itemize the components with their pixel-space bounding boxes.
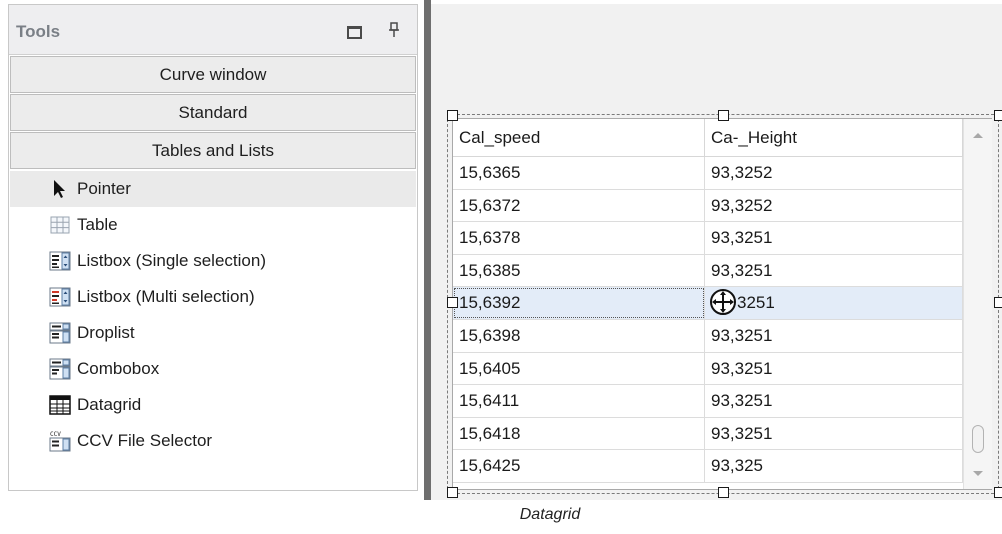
table-row[interactable]: 15,6385 93,3251 xyxy=(453,254,963,288)
category-tables-and-lists-button[interactable]: Tables and Lists xyxy=(10,132,416,169)
datagrid-icon xyxy=(49,394,71,416)
table-row[interactable]: 15,6425 93,325 xyxy=(453,450,963,483)
cell-ca-height[interactable]: 93,3252 xyxy=(705,189,963,222)
move-cursor-icon xyxy=(709,288,737,316)
listbox-multi-icon xyxy=(49,286,71,308)
datagrid-body: 15,6365 93,3252 15,6372 93,3252 15,6378 … xyxy=(453,157,963,483)
table-row[interactable]: 15,6405 93,3251 xyxy=(453,352,963,386)
tool-item-listbox-single[interactable]: Listbox (Single selection) xyxy=(10,243,416,279)
table-row[interactable]: 15,6378 93,3251 xyxy=(453,222,963,255)
cell-cal-speed[interactable]: 15,6398 xyxy=(453,319,705,352)
cell-ca-height[interactable]: 93,3251 xyxy=(705,319,963,352)
resize-handle-bottom-right[interactable] xyxy=(994,487,1002,498)
cell-ca-height[interactable]: 93,3251 xyxy=(705,352,963,385)
cell-cal-speed[interactable]: 15,6365 xyxy=(453,157,705,189)
category-standard-button[interactable]: Standard xyxy=(10,94,416,131)
cell-cal-speed[interactable]: 15,6425 xyxy=(453,450,705,482)
tool-list: Pointer Table Listbox (Single selection)… xyxy=(10,171,416,459)
tools-panel: Tools Curve window Standard Tables and L… xyxy=(8,4,418,491)
combobox-icon xyxy=(49,358,71,380)
scroll-up-arrow-icon[interactable] xyxy=(973,133,983,138)
tool-label: Droplist xyxy=(77,323,135,342)
datagrid-header: Cal_speed Ca-_Height xyxy=(453,119,963,157)
tool-label: Listbox (Single selection) xyxy=(77,251,266,270)
table-row[interactable]: 15,6411 93,3251 xyxy=(453,385,963,418)
tool-label: Table xyxy=(77,215,118,234)
tool-item-droplist[interactable]: Droplist xyxy=(10,315,416,351)
resize-handle-top-right[interactable] xyxy=(994,110,1002,121)
cell-cal-speed[interactable]: 15,6418 xyxy=(453,417,705,450)
tool-label: Combobox xyxy=(77,359,160,378)
cell-ca-height[interactable]: 93,3251 xyxy=(705,222,963,254)
cell-ca-height[interactable]: 3251 xyxy=(705,287,963,319)
tool-item-datagrid[interactable]: Datagrid xyxy=(10,387,416,423)
resize-handle-top[interactable] xyxy=(718,110,729,121)
scroll-down-arrow-icon[interactable] xyxy=(973,471,983,476)
column-header-cal-speed[interactable]: Cal_speed xyxy=(453,119,705,157)
table-row[interactable]: 15,6418 93,3251 xyxy=(453,417,963,451)
tool-label: CCV File Selector xyxy=(77,431,213,450)
restore-window-icon[interactable] xyxy=(344,21,362,39)
pin-icon[interactable] xyxy=(385,21,403,39)
resize-handle-bottom-left[interactable] xyxy=(447,487,458,498)
cell-ca-height[interactable]: 93,3251 xyxy=(705,254,963,287)
tool-item-combobox[interactable]: Combobox xyxy=(10,351,416,387)
cell-ca-height[interactable]: 93,325 xyxy=(705,450,963,482)
cell-cal-speed[interactable]: 15,6372 xyxy=(453,189,705,222)
cell-cal-speed[interactable]: 15,6378 xyxy=(453,222,705,254)
tool-item-ccv-file-selector[interactable]: CCV CCV File Selector xyxy=(10,423,416,459)
resize-handle-top-left[interactable] xyxy=(447,110,458,121)
table-icon xyxy=(49,214,71,236)
category-curve-window-button[interactable]: Curve window xyxy=(10,56,416,93)
tool-item-listbox-multi[interactable]: Listbox (Multi selection) xyxy=(10,279,416,315)
resize-handle-left[interactable] xyxy=(447,297,458,308)
tools-panel-title: Tools xyxy=(16,22,61,41)
pointer-arrow-icon xyxy=(49,178,71,200)
tool-item-pointer[interactable]: Pointer xyxy=(10,171,416,207)
column-header-ca-height[interactable]: Ca-_Height xyxy=(705,119,963,157)
table-row-current[interactable]: 15,6392 3251 xyxy=(453,287,963,320)
cell-cal-speed[interactable]: 15,6385 xyxy=(453,254,705,287)
cell-ca-height[interactable]: 93,3251 xyxy=(705,385,963,417)
resize-handle-right[interactable] xyxy=(994,297,1002,308)
droplist-icon xyxy=(49,322,71,344)
table-row[interactable]: 15,6365 93,3252 xyxy=(453,157,963,190)
tool-label: Datagrid xyxy=(77,395,142,414)
table-row[interactable]: 15,6372 93,3252 xyxy=(453,189,963,223)
tool-label: Listbox (Multi selection) xyxy=(77,287,255,306)
tool-item-table[interactable]: Table xyxy=(10,207,416,243)
cell-cal-speed[interactable]: 15,6405 xyxy=(453,352,705,385)
ccv-file-selector-icon: CCV xyxy=(49,430,71,452)
cell-ca-height[interactable]: 93,3251 xyxy=(705,417,963,450)
cell-ca-height[interactable]: 93,3252 xyxy=(705,157,963,189)
svg-text:CCV: CCV xyxy=(50,431,61,438)
panel-splitter[interactable] xyxy=(424,0,431,500)
table-row[interactable]: 15,6398 93,3251 xyxy=(453,319,963,353)
tool-label: Pointer xyxy=(77,179,131,198)
tools-panel-header: Tools xyxy=(9,5,417,55)
listbox-single-icon xyxy=(49,250,71,272)
resize-handle-bottom[interactable] xyxy=(718,487,729,498)
cell-cal-speed[interactable]: 15,6392 xyxy=(453,287,705,319)
datagrid-vertical-scrollbar[interactable] xyxy=(963,119,992,489)
cell-cal-speed[interactable]: 15,6411 xyxy=(453,385,705,417)
scrollbar-thumb[interactable] xyxy=(972,425,984,453)
figure-caption: Datagrid xyxy=(519,506,581,523)
